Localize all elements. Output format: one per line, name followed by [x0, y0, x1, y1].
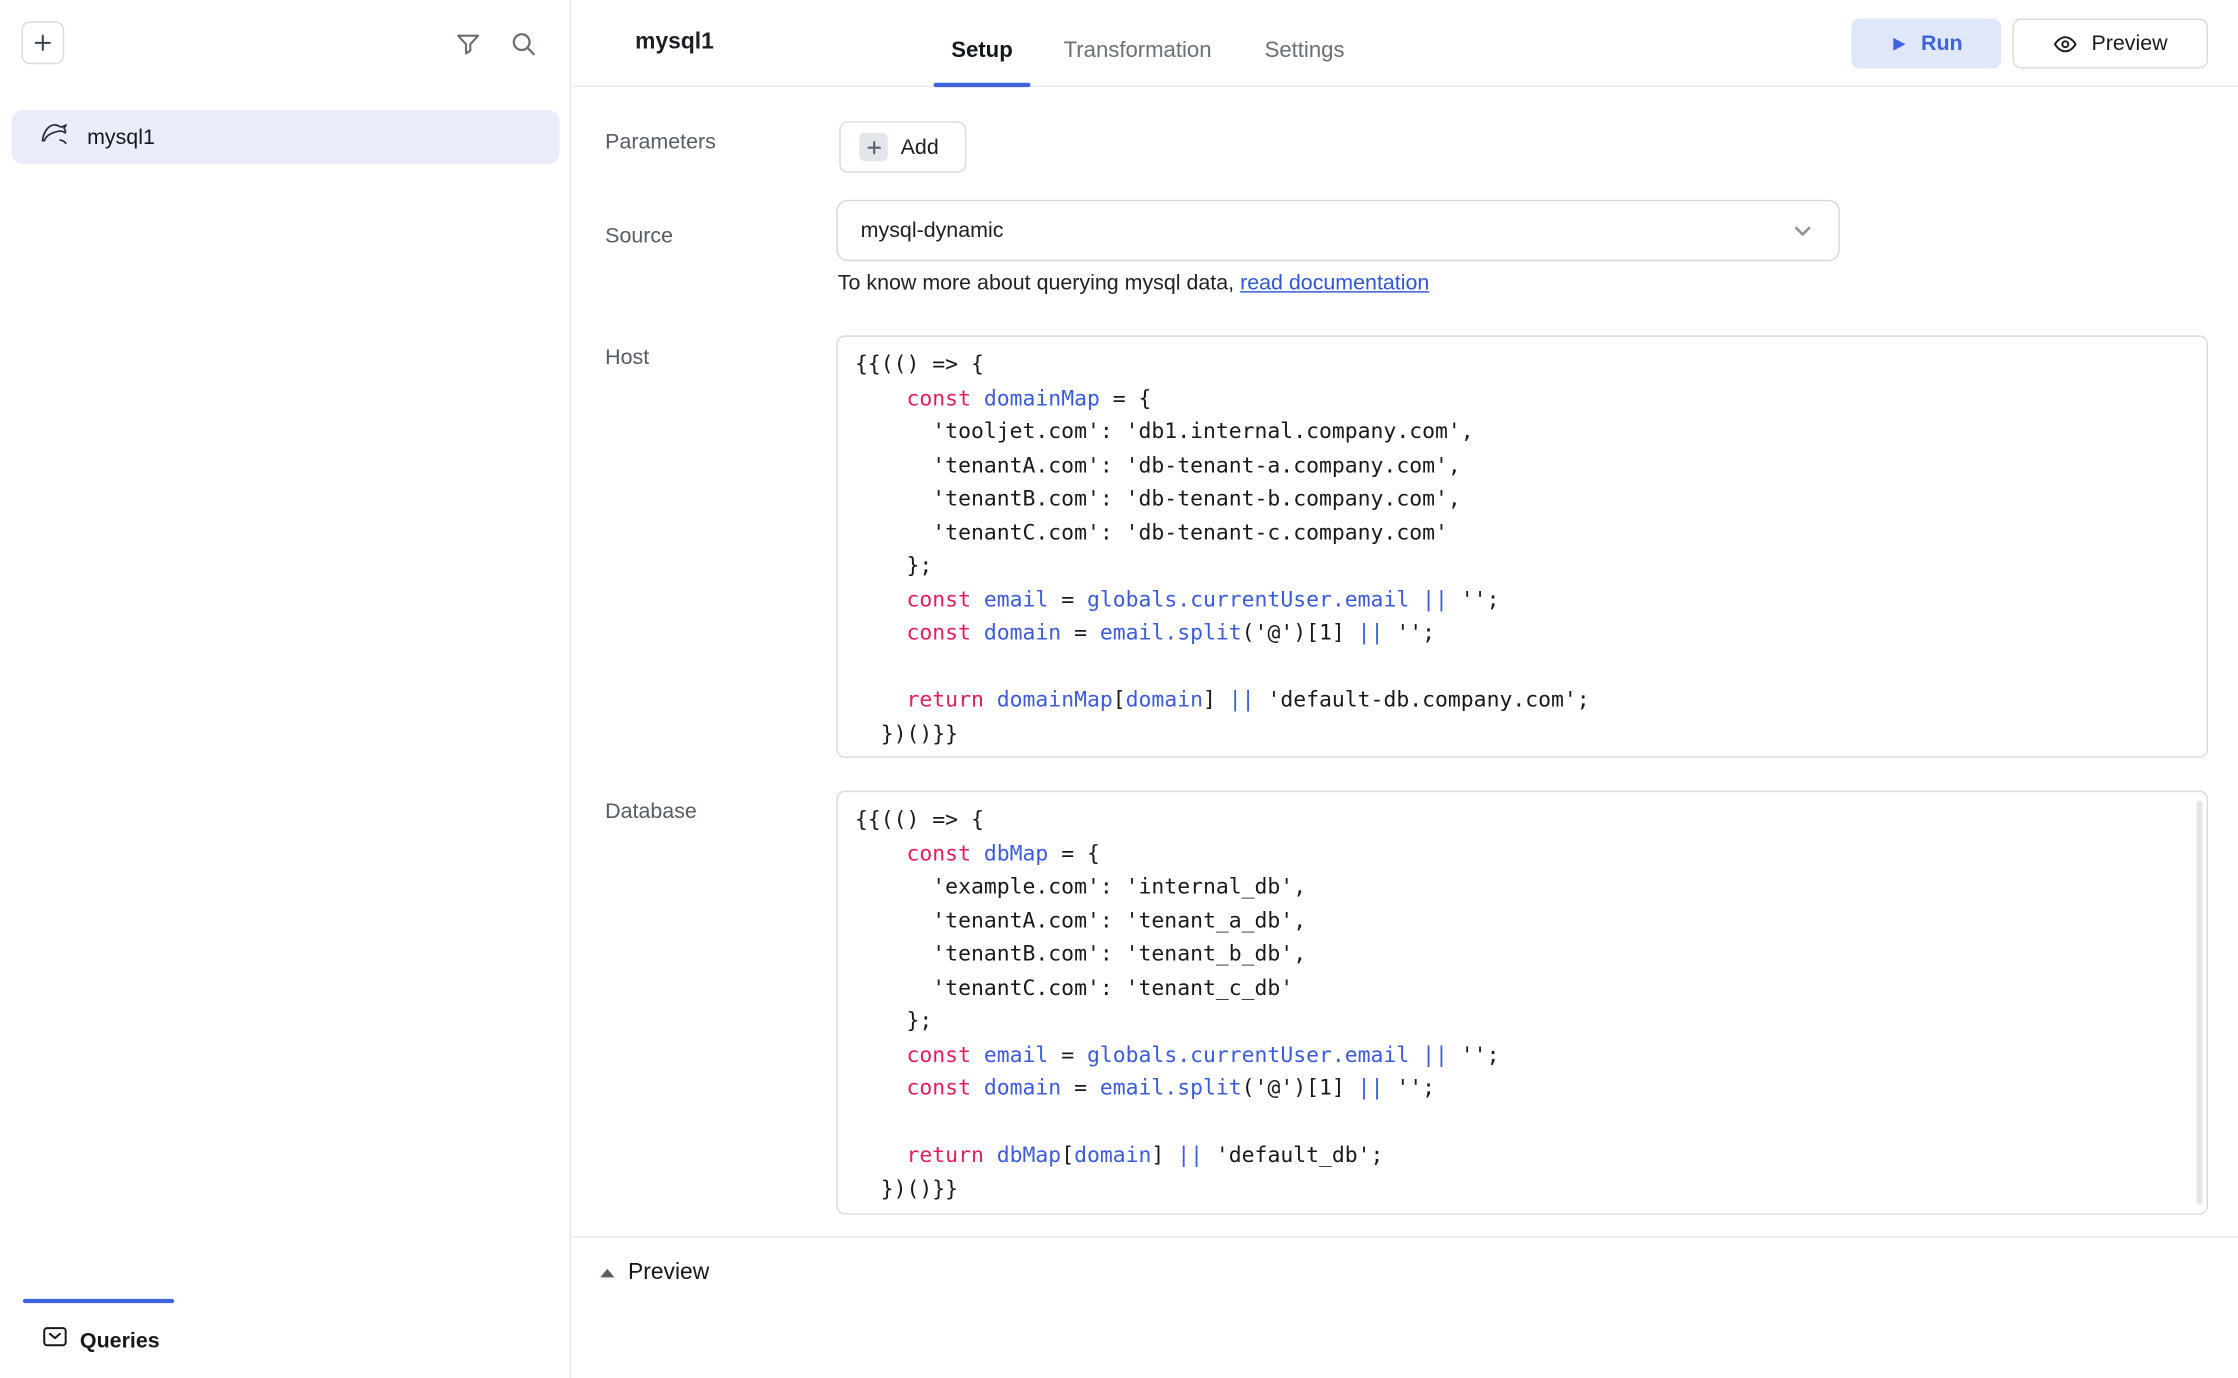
add-parameter-button[interactable]: Add	[839, 121, 966, 172]
plus-icon	[31, 31, 54, 54]
queries-panel-icon	[43, 1326, 67, 1355]
query-editor-header: mysql1 Setup Transformation Settings Run…	[572, 0, 2238, 87]
query-sidebar: mysql1 Queries	[0, 0, 571, 1378]
query-list-item-mysql1[interactable]: mysql1	[11, 110, 559, 164]
query-editor-main: mysql1 Setup Transformation Settings Run…	[572, 0, 2238, 1378]
source-select[interactable]: mysql-dynamic	[836, 200, 1839, 261]
play-icon	[1890, 35, 1907, 52]
query-name: mysql1	[87, 125, 155, 149]
tab-transformation[interactable]: Transformation	[1052, 39, 1223, 65]
active-panel-indicator	[23, 1299, 174, 1303]
source-select-value: mysql-dynamic	[861, 218, 1790, 242]
queries-panel-label: Queries	[80, 1328, 160, 1352]
source-label: Source	[605, 224, 673, 248]
page-title: mysql1	[635, 30, 714, 56]
mysql-icon	[39, 118, 70, 157]
database-code-editor[interactable]: {{(() => { const dbMap = { 'example.com'…	[836, 791, 2208, 1215]
preview-button[interactable]: Preview	[2012, 19, 2208, 69]
preview-button-label: Preview	[2091, 31, 2167, 55]
preview-section-divider	[572, 1236, 2238, 1237]
add-query-button[interactable]	[21, 21, 64, 64]
host-code-editor[interactable]: {{(() => { const domainMap = { 'tooljet.…	[836, 335, 2208, 757]
run-button[interactable]: Run	[1851, 19, 2001, 69]
preview-section-label: Preview	[628, 1260, 709, 1286]
search-icon[interactable]	[510, 30, 539, 59]
chevron-down-icon	[1790, 218, 1816, 244]
filter-icon[interactable]	[454, 30, 483, 59]
host-label: Host	[605, 345, 649, 369]
eye-icon	[2053, 31, 2079, 57]
tab-settings[interactable]: Settings	[1257, 39, 1351, 65]
source-help-text: To know more about querying mysql data, …	[838, 271, 1430, 295]
tab-setup[interactable]: Setup	[933, 39, 1030, 65]
parameters-label: Parameters	[605, 130, 716, 154]
plus-icon	[859, 133, 888, 162]
caret-up-icon	[599, 1267, 615, 1278]
read-documentation-link[interactable]: read documentation	[1240, 271, 1429, 295]
editor-scrollbar[interactable]	[2197, 801, 2203, 1205]
preview-section-toggle[interactable]: Preview	[599, 1260, 709, 1286]
database-label: Database	[605, 799, 697, 823]
active-tab-underline	[933, 83, 1030, 87]
queries-panel-tab[interactable]: Queries	[43, 1326, 160, 1355]
run-button-label: Run	[1921, 31, 1963, 55]
query-editor-app: mysql1 Queries mysql1 Setup Transformati…	[0, 0, 2238, 1378]
source-help-prefix: To know more about querying mysql data,	[838, 271, 1240, 295]
add-parameter-label: Add	[901, 135, 939, 159]
